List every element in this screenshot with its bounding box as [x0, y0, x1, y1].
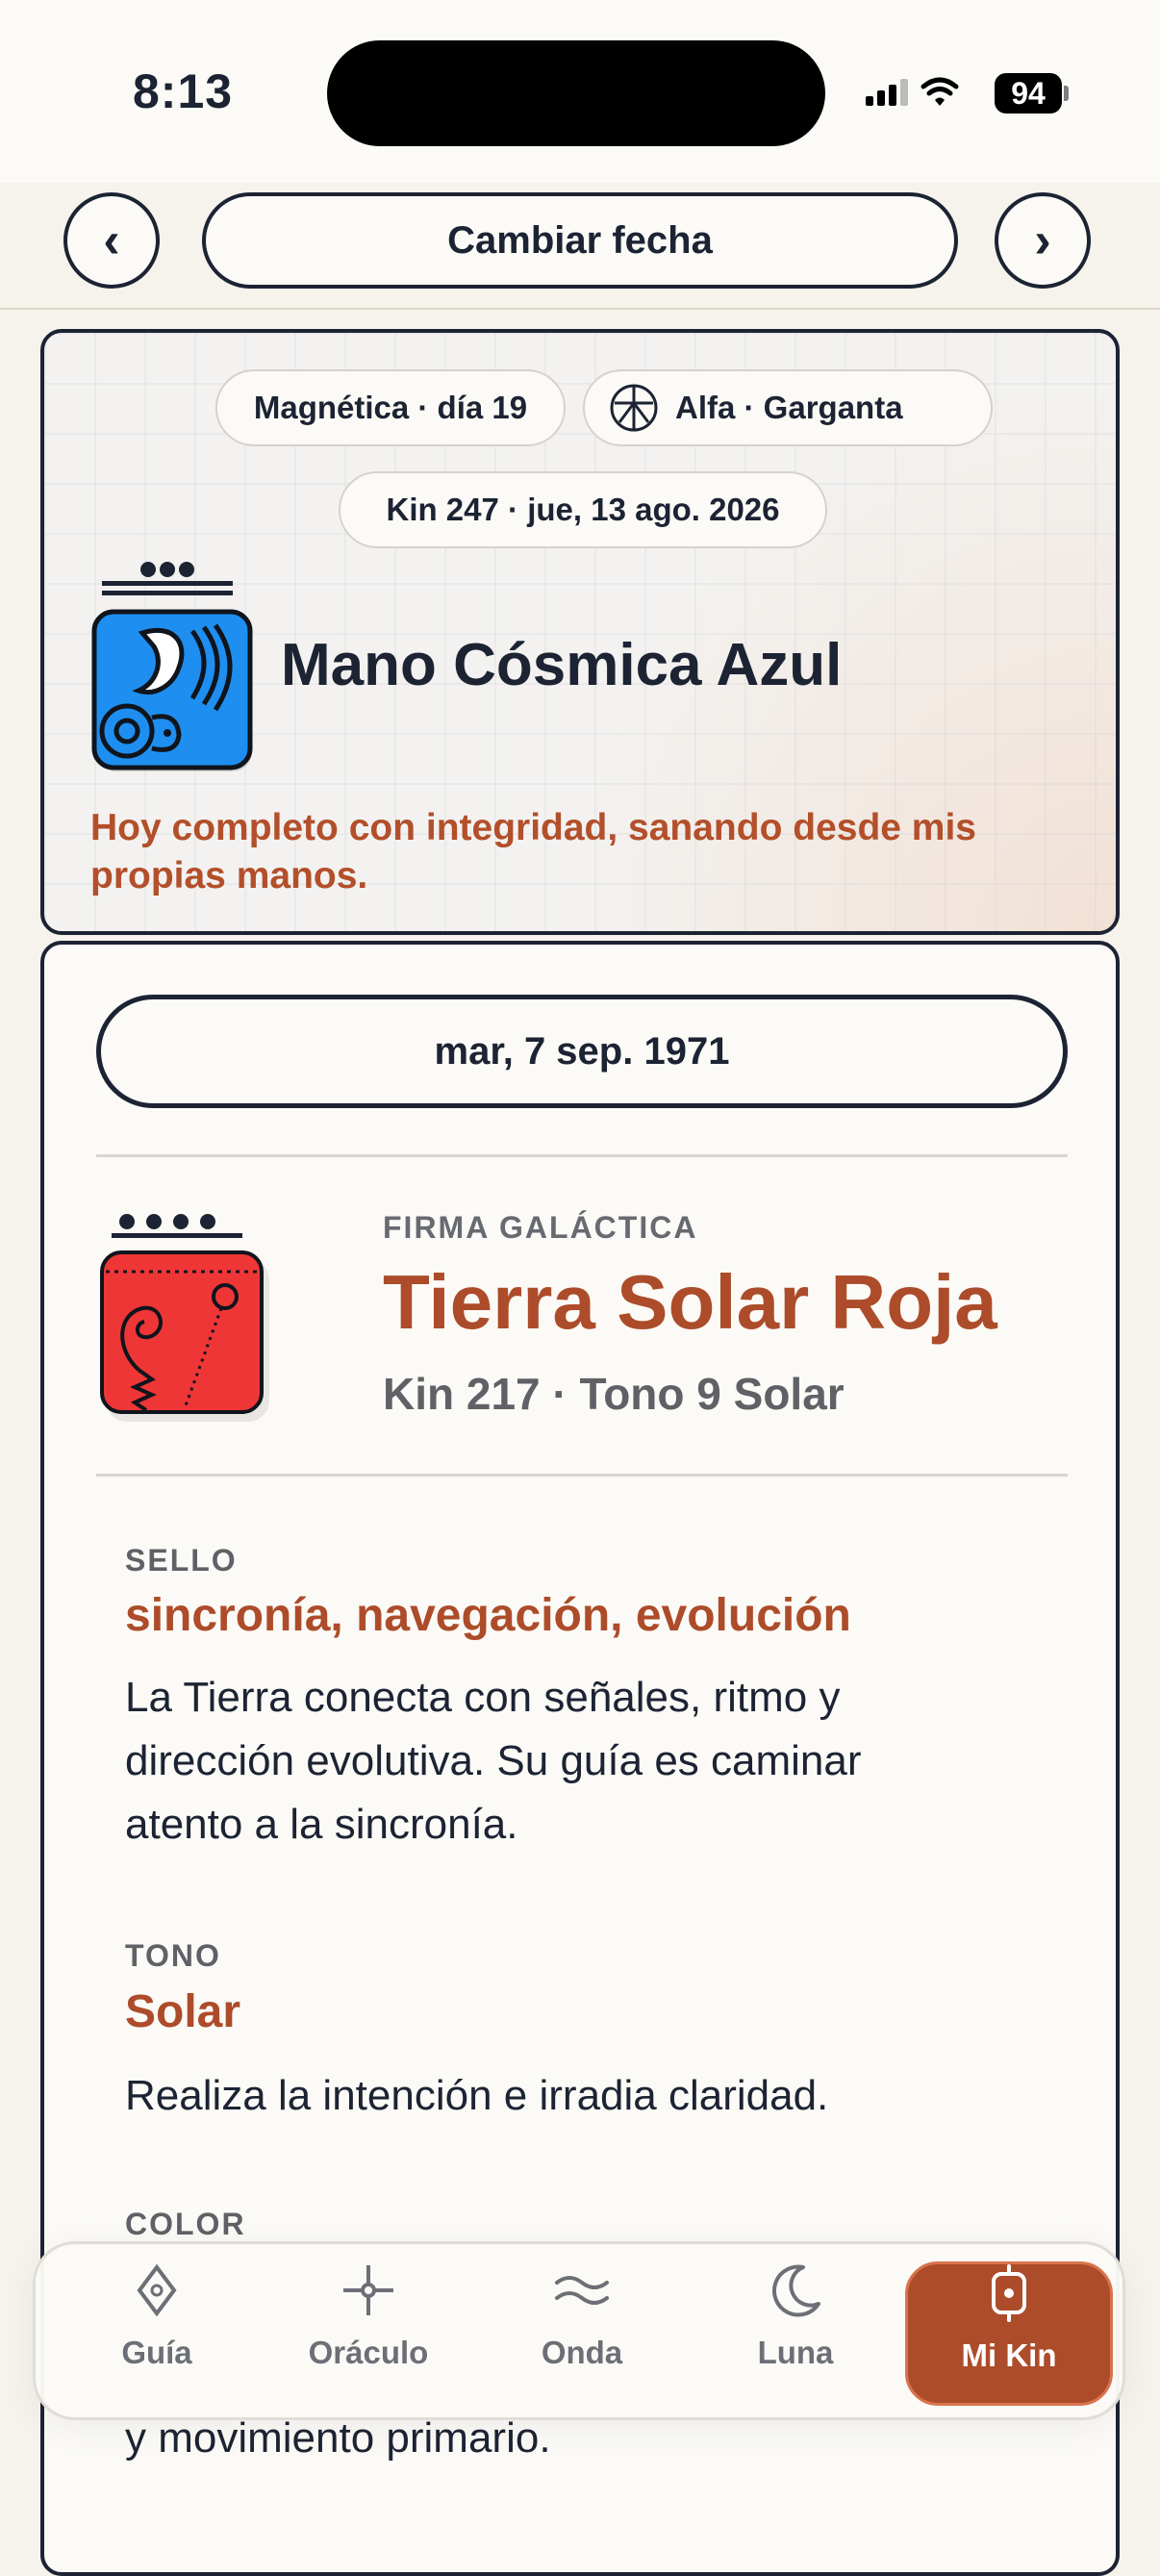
bottom-tab-bar: Guía Oráculo Onda Luna Mi Kin: [33, 2241, 1125, 2420]
dynamic-island: [327, 40, 825, 146]
today-kin-title: Mano Cósmica Azul: [281, 632, 843, 698]
hand-seal-icon: [91, 609, 253, 771]
tone-solar-icon: [112, 1214, 242, 1238]
galactic-signature-title: Tierra Solar Roja: [383, 1259, 997, 1345]
tone-section-label: TONO: [125, 1938, 221, 1973]
birth-date-button[interactable]: mar, 7 sep. 1971: [96, 995, 1068, 1108]
tone-section-body: Realiza la intención e irradia claridad.: [125, 2072, 829, 2119]
kin-date-chip[interactable]: Kin 247 · jue, 13 ago. 2026: [339, 471, 827, 548]
previous-day-button[interactable]: ‹: [63, 192, 160, 289]
wave-chip[interactable]: Magnética · día 19: [215, 369, 566, 446]
tone-cosmic-icon: [102, 562, 233, 595]
earth-seal-icon: [100, 1250, 269, 1422]
chevron-right-icon: ›: [1034, 213, 1051, 268]
today-kin-card[interactable]: Magnética · día 19 Alfa · Garganta Kin 2…: [40, 329, 1120, 935]
divider: [96, 1154, 1068, 1157]
plasma-icon: [610, 384, 658, 432]
kin-icon: [992, 2264, 1026, 2322]
tab-guia[interactable]: Guía: [53, 2261, 261, 2406]
signal-wifi-icon: [866, 77, 959, 106]
tab-label: Mi Kin: [961, 2337, 1057, 2373]
moon-icon: [771, 2264, 820, 2317]
status-time: 8:13: [133, 64, 234, 118]
next-day-button[interactable]: ›: [995, 192, 1091, 289]
battery-indicator: 94: [995, 73, 1062, 114]
galactic-signature-label: FIRMA GALÁCTICA: [383, 1210, 698, 1245]
divider: [96, 1474, 1068, 1477]
diamond-icon: [137, 2263, 177, 2317]
tab-onda[interactable]: Onda: [478, 2261, 686, 2406]
battery-tip: [1064, 86, 1069, 101]
change-date-button[interactable]: Cambiar fecha: [202, 192, 958, 289]
status-bar: 8:13 94 ‹ Cambiar fecha ›: [0, 0, 1160, 289]
battery-level: 94: [1011, 75, 1046, 111]
seal-section-body: La Tierra conecta con señales, ritmo y d…: [125, 1674, 862, 1848]
plasma-chip[interactable]: Alfa · Garganta: [583, 369, 993, 446]
color-section-label: COLOR: [125, 2207, 246, 2241]
plasma-chip-label: Alfa · Garganta: [675, 390, 903, 425]
tab-label: Onda: [541, 2335, 623, 2370]
chevron-left-icon: ‹: [103, 213, 120, 268]
tab-label: Guía: [121, 2335, 192, 2370]
tab-label: Oráculo: [308, 2335, 429, 2370]
tab-oraculo[interactable]: Oráculo: [265, 2261, 472, 2406]
galactic-signature-subtitle: Kin 217 · Tono 9 Solar: [383, 1369, 845, 1419]
tab-label: Luna: [757, 2335, 834, 2370]
tab-luna[interactable]: Luna: [692, 2261, 899, 2406]
today-affirmation: Hoy completo con integridad, sanando des…: [90, 807, 976, 897]
seal-section-title: sincronía, navegación, evolución: [125, 1590, 851, 1641]
seal-section-label: SELLO: [125, 1543, 238, 1578]
wave-icon: [555, 2276, 609, 2305]
tab-mi-kin[interactable]: Mi Kin: [905, 2261, 1113, 2406]
tone-section-title: Solar: [125, 1986, 241, 2037]
nav-divider: [0, 308, 1160, 310]
crosshair-icon: [343, 2265, 393, 2315]
